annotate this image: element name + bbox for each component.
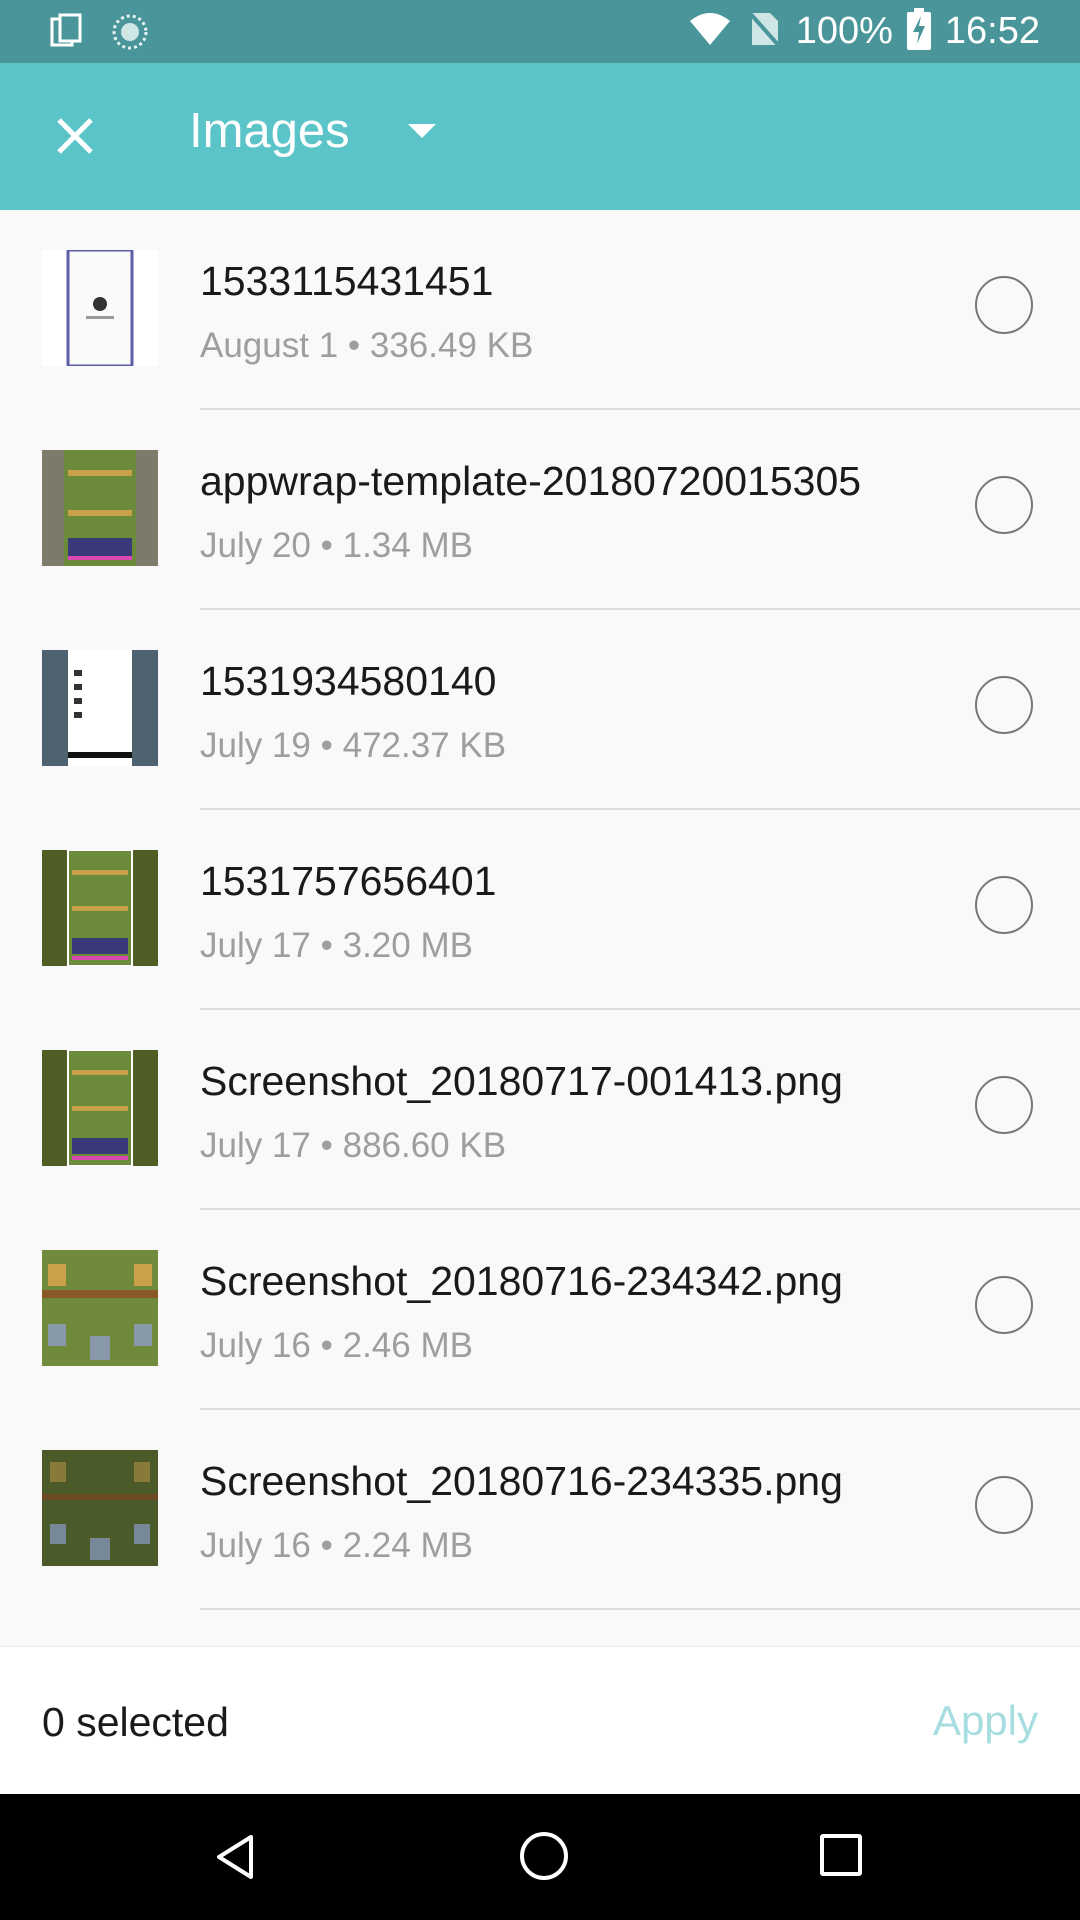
recents-icon[interactable] xyxy=(820,1834,862,1876)
list-item[interactable]: 1533115431451 August 1 • 336.49 KB xyxy=(0,210,1080,410)
file-name: 1531934580140 xyxy=(200,658,497,704)
file-meta: July 16 • 2.24 MB xyxy=(200,1526,473,1565)
app-toolbar: Images xyxy=(0,63,1080,210)
copy-icon xyxy=(50,13,84,56)
file-meta: July 19 • 472.37 KB xyxy=(200,726,507,765)
file-meta: August 1 • 336.49 KB xyxy=(200,326,534,365)
file-meta: July 20 • 1.34 MB xyxy=(200,526,473,565)
file-meta: July 16 • 2.46 MB xyxy=(200,1326,473,1365)
thumbnail xyxy=(42,1050,158,1166)
select-radio[interactable] xyxy=(975,476,1033,534)
dropdown-arrow-icon xyxy=(407,124,436,138)
select-radio[interactable] xyxy=(975,1476,1033,1534)
back-icon[interactable] xyxy=(215,1834,255,1885)
apply-button[interactable]: Apply xyxy=(933,1697,1038,1745)
thumbnail xyxy=(42,650,158,766)
thumbnail xyxy=(42,1250,158,1366)
wifi-icon xyxy=(688,11,732,52)
thumbnail xyxy=(42,1450,158,1566)
list-item[interactable]: Screenshot_20180717-001413.png July 17 •… xyxy=(0,1010,1080,1210)
selected-count: 0 selected xyxy=(42,1699,229,1745)
file-name: Screenshot_20180716-234335.png xyxy=(200,1458,843,1504)
select-radio[interactable] xyxy=(975,676,1033,734)
list-item[interactable]: 1531934580140 July 19 • 472.37 KB xyxy=(0,610,1080,810)
close-icon xyxy=(57,118,93,154)
file-meta: July 17 • 886.60 KB xyxy=(200,1126,507,1165)
clock: 16:52 xyxy=(944,10,1040,52)
list-item[interactable]: Screenshot_20180716-234335.png July 16 •… xyxy=(0,1410,1080,1610)
battery-percentage: 100% xyxy=(795,10,893,52)
thumbnail xyxy=(42,850,158,966)
list-item[interactable]: appwrap-template-20180720015305 July 20 … xyxy=(0,410,1080,610)
list-item[interactable]: Screenshot_20180716-234342.png July 16 •… xyxy=(0,1210,1080,1410)
list-item[interactable]: 1531757656401 July 17 • 3.20 MB xyxy=(0,810,1080,1010)
battery-charging-icon xyxy=(906,8,931,55)
select-radio[interactable] xyxy=(975,276,1033,334)
select-radio[interactable] xyxy=(975,1076,1033,1134)
toolbar-title: Images xyxy=(189,104,350,158)
thumbnail xyxy=(42,250,158,366)
select-radio[interactable] xyxy=(975,1276,1033,1334)
file-name: 1531757656401 xyxy=(200,858,497,904)
divider xyxy=(200,1608,1080,1610)
file-name: Screenshot_20180716-234342.png xyxy=(200,1258,843,1304)
sync-icon xyxy=(110,12,150,57)
home-icon[interactable] xyxy=(520,1832,568,1880)
close-button[interactable] xyxy=(40,101,110,171)
no-sim-icon xyxy=(746,9,782,54)
thumbnail xyxy=(42,450,158,566)
file-meta: July 17 • 3.20 MB xyxy=(200,926,473,965)
file-name: Screenshot_20180717-001413.png xyxy=(200,1058,843,1104)
file-name: appwrap-template-20180720015305 xyxy=(200,458,862,504)
media-type-dropdown[interactable]: Images xyxy=(189,103,436,159)
select-radio[interactable] xyxy=(975,876,1033,934)
file-list: 1533115431451 August 1 • 336.49 KB appwr… xyxy=(0,210,1080,1610)
status-bar: 100% 16:52 xyxy=(0,0,1080,63)
file-name: 1533115431451 xyxy=(200,258,494,304)
selection-bar: 0 selected Apply xyxy=(0,1646,1080,1795)
navigation-bar xyxy=(0,1794,1080,1920)
